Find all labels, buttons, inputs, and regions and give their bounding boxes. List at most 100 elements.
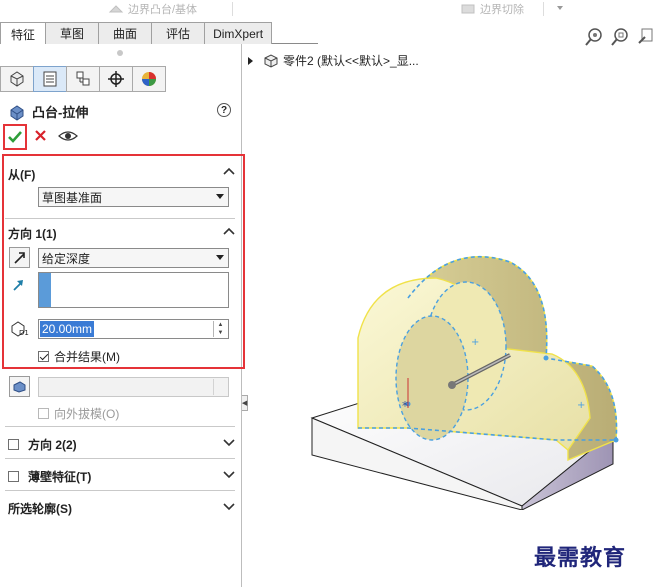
- configuration-icon: [76, 71, 90, 86]
- reverse-direction-button[interactable]: [9, 247, 30, 268]
- feature-title-label: 凸台-拉伸: [32, 105, 89, 120]
- draft-outward-checkbox[interactable]: 向外拔模(O): [38, 405, 119, 422]
- boundary-boss-label: 边界凸台/基体: [128, 4, 198, 16]
- center-mark-icon: +: [471, 337, 479, 348]
- boundary-boss-icon: [108, 5, 124, 13]
- expand-arrow-icon[interactable]: [248, 56, 253, 65]
- selected-contours-label: 所选轮廓(S): [8, 502, 72, 516]
- tab-evaluate[interactable]: 评估: [151, 22, 206, 44]
- boundary-cut-button[interactable]: 边界切除: [460, 0, 524, 18]
- chevron-up-icon[interactable]: [223, 167, 235, 175]
- chevron-down-icon: [216, 255, 224, 260]
- tab-surfaces[interactable]: 曲面: [98, 22, 153, 44]
- from-select[interactable]: 草图基准面: [38, 187, 229, 207]
- part-name-label: 零件2 (默认<<默认>_显...: [283, 54, 419, 68]
- command-manager-tabs: 特征 草图 曲面 评估 DimXpert: [0, 22, 318, 45]
- extrude-direction-icon: [13, 280, 23, 291]
- selection-indicator: [39, 273, 51, 307]
- toolbar-dropdown-icon[interactable]: [557, 6, 563, 10]
- checkbox-unchecked-icon: [8, 471, 19, 482]
- feature-manager-tab[interactable]: [0, 66, 34, 92]
- center-mark-icon: +: [577, 400, 585, 411]
- depth-stepper[interactable]: ▲ ▼: [213, 321, 227, 337]
- color-ball-icon: [142, 72, 156, 86]
- merge-result-checkbox[interactable]: 合并结果(M): [38, 348, 120, 365]
- previous-view-icon[interactable]: [636, 27, 656, 47]
- watermark-text: 最需教育: [534, 545, 627, 571]
- from-section-label: 从(F): [8, 168, 36, 182]
- extrude-boss-icon: [10, 104, 24, 121]
- property-list-icon: [43, 71, 57, 87]
- eye-icon: [58, 131, 78, 141]
- vertex-point: [613, 437, 619, 443]
- stepper-up-icon[interactable]: ▲: [214, 321, 227, 329]
- section-divider: [5, 458, 235, 459]
- part-icon: [264, 53, 278, 68]
- arrow-handle[interactable]: [448, 381, 456, 389]
- selected-contours-section-header[interactable]: 所选轮廓(S): [8, 500, 72, 517]
- draft-toggle-button[interactable]: [9, 376, 30, 397]
- draft-angle-input[interactable]: [38, 377, 229, 397]
- direction1-section-label: 方向 1(1): [8, 227, 57, 241]
- manager-tabs: [0, 66, 166, 92]
- direction1-section-header[interactable]: 方向 1(1): [8, 225, 57, 242]
- end-condition-select[interactable]: 给定深度: [38, 248, 229, 268]
- chevron-down-icon[interactable]: [223, 439, 235, 447]
- vertex-point: [543, 355, 549, 361]
- direction2-section-header[interactable]: 方向 2(2): [8, 436, 77, 453]
- from-section-header[interactable]: 从(F): [8, 166, 35, 183]
- depth-input[interactable]: 20.00mm ▲ ▼: [38, 319, 229, 339]
- checkmark-icon: [8, 131, 22, 143]
- command-toolbar: 边界凸台/基体 边界切除: [0, 0, 656, 20]
- feature-tree-icon: [10, 71, 24, 87]
- checkbox-unchecked-icon: [8, 439, 19, 450]
- depth-value: 20.00mm: [40, 321, 95, 337]
- section-divider: [5, 218, 235, 219]
- end-condition-value: 给定深度: [42, 251, 91, 266]
- boss-hole-front: [395, 315, 469, 441]
- feature-title: 凸台-拉伸: [8, 102, 88, 121]
- zoom-to-area-icon[interactable]: [610, 27, 630, 47]
- section-divider: [5, 490, 235, 491]
- reverse-direction-icon: [14, 252, 25, 264]
- property-manager-panel: 凸台-拉伸 ? 从(F) 草图基准面 方向 1(1) 给定深度 D1 20.00…: [0, 44, 245, 587]
- stepper-down-icon[interactable]: ▼: [214, 329, 227, 337]
- dimxpert-manager-tab[interactable]: [99, 66, 133, 92]
- zoom-to-fit-icon[interactable]: [584, 27, 604, 47]
- chevron-down-icon: [216, 194, 224, 199]
- boundary-boss-button[interactable]: 边界凸台/基体: [108, 0, 197, 18]
- boundary-cut-icon: [461, 4, 475, 14]
- tab-features[interactable]: 特征: [0, 22, 47, 45]
- thin-feature-label: 薄壁特征(T): [28, 470, 92, 484]
- chevron-down-icon[interactable]: [223, 503, 235, 511]
- draft-angle-stepper[interactable]: [213, 379, 227, 395]
- checkbox-unchecked-icon: [38, 408, 49, 419]
- help-icon[interactable]: ?: [217, 103, 231, 117]
- thin-feature-section-header[interactable]: 薄壁特征(T): [8, 468, 91, 485]
- tab-dimxpert[interactable]: DimXpert: [204, 22, 273, 44]
- preview-button[interactable]: [58, 130, 78, 145]
- display-manager-tab[interactable]: [132, 66, 166, 92]
- close-icon: [35, 130, 46, 141]
- feature-tree-flyout[interactable]: 零件2 (默认<<默认>_显...: [248, 52, 419, 69]
- chevron-up-icon[interactable]: [223, 227, 235, 235]
- section-divider: [5, 426, 235, 427]
- tab-sketch[interactable]: 草图: [45, 22, 100, 44]
- ok-button[interactable]: [3, 124, 27, 150]
- direction-reference-list[interactable]: [38, 272, 229, 308]
- crosshair-icon: [108, 71, 124, 87]
- merge-result-label: 合并结果(M): [54, 350, 120, 364]
- from-select-value: 草图基准面: [42, 190, 103, 205]
- origin-icon: *: [402, 399, 408, 413]
- panel-collapse-handle[interactable]: ◀: [242, 395, 248, 411]
- depth-dimension-icon: D1: [11, 321, 29, 337]
- panel-grip[interactable]: [117, 50, 123, 56]
- svg-text:D1: D1: [19, 329, 29, 337]
- property-manager-tab[interactable]: [33, 66, 67, 92]
- heads-up-view-toolbar: [584, 27, 656, 47]
- model-viewport[interactable]: * + +: [300, 250, 630, 510]
- draft-icon: [13, 381, 26, 393]
- chevron-down-icon[interactable]: [223, 471, 235, 479]
- cancel-button[interactable]: [35, 128, 46, 145]
- configuration-manager-tab[interactable]: [66, 66, 100, 92]
